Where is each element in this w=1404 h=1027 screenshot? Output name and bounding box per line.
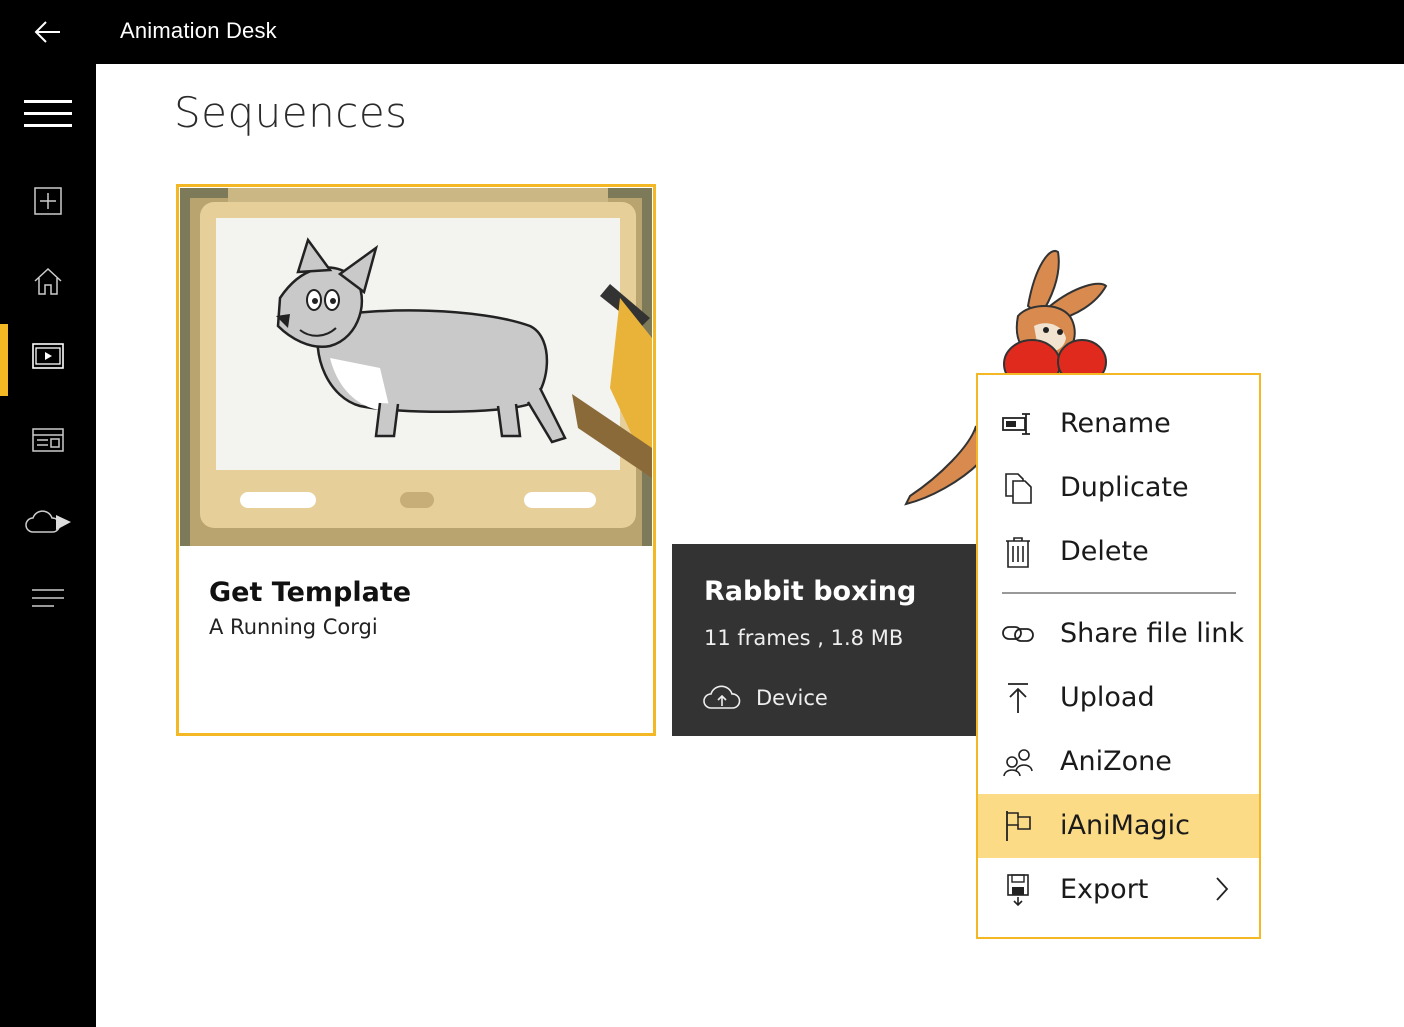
sidebar <box>0 64 96 1027</box>
chevron-right-icon <box>1216 877 1229 901</box>
add-box-icon <box>34 187 62 215</box>
cloud-download-icon <box>25 510 71 533</box>
app-title: Animation Desk <box>120 18 277 43</box>
menu-label-export: Export <box>1060 874 1149 905</box>
hamburger-menu-button[interactable] <box>0 82 96 146</box>
menu-label-anizone: AniZone <box>1060 746 1172 777</box>
title-bar: Animation Desk <box>0 0 1404 64</box>
rabbit-card-title: Rabbit boxing <box>704 576 917 607</box>
sidebar-item-sequences[interactable] <box>0 324 96 396</box>
link-icon <box>1002 618 1034 650</box>
sidebar-item-new[interactable] <box>0 169 96 233</box>
home-icon <box>34 267 62 295</box>
template-card-title: Get Template <box>209 577 412 608</box>
menu-item-upload[interactable]: Upload <box>978 666 1259 730</box>
people-icon <box>1002 746 1034 778</box>
context-menu: Rename Duplicate Delete Share file link … <box>976 373 1261 939</box>
menu-label-share-file-link: Share file link <box>1060 618 1244 649</box>
rabbit-card-location: Device <box>756 686 828 710</box>
sidebar-item-cloud[interactable] <box>0 489 96 553</box>
page-title: Sequences <box>174 88 408 137</box>
menu-item-delete[interactable]: Delete <box>978 520 1259 584</box>
menu-item-ianimagic[interactable]: iAniMagic <box>978 794 1259 858</box>
sequence-icon <box>32 343 64 369</box>
upload-icon <box>1002 682 1034 714</box>
menu-label-delete: Delete <box>1060 536 1149 567</box>
corgi-illustration <box>180 188 652 546</box>
menu-label-upload: Upload <box>1060 682 1155 713</box>
corgi-thumbnail <box>180 188 652 546</box>
menu-item-rename[interactable]: Rename <box>978 392 1259 456</box>
rename-icon <box>1002 408 1034 440</box>
menu-label-duplicate: Duplicate <box>1060 472 1189 503</box>
back-button[interactable] <box>18 10 78 54</box>
cloud-upload-icon <box>703 685 741 709</box>
menu-item-export[interactable]: Export <box>978 858 1259 922</box>
flag-icon <box>1002 810 1034 842</box>
sidebar-item-more[interactable] <box>0 567 96 631</box>
back-arrow-icon <box>34 21 60 43</box>
template-card-subtitle: A Running Corgi <box>209 615 378 639</box>
menu-label-ianimagic: iAniMagic <box>1060 810 1190 841</box>
save-icon <box>1002 874 1034 906</box>
sidebar-item-home[interactable] <box>0 249 96 313</box>
duplicate-icon <box>1002 472 1034 504</box>
template-card[interactable]: Get Template A Running Corgi <box>176 184 656 736</box>
hamburger-icon <box>24 100 72 127</box>
sidebar-item-gallery[interactable] <box>0 408 96 472</box>
rabbit-sequence-card[interactable]: Rabbit boxing 11 frames , 1.8 MB Device <box>672 544 1002 736</box>
menu-separator <box>1002 592 1236 594</box>
menu-label-rename: Rename <box>1060 408 1171 439</box>
menu-item-duplicate[interactable]: Duplicate <box>978 456 1259 520</box>
list-icon <box>32 589 64 607</box>
gallery-icon <box>32 428 64 452</box>
menu-item-share-file-link[interactable]: Share file link <box>978 602 1259 666</box>
menu-item-anizone[interactable]: AniZone <box>978 730 1259 794</box>
trash-icon <box>1002 536 1034 568</box>
rabbit-card-meta: 11 frames , 1.8 MB <box>704 626 904 650</box>
